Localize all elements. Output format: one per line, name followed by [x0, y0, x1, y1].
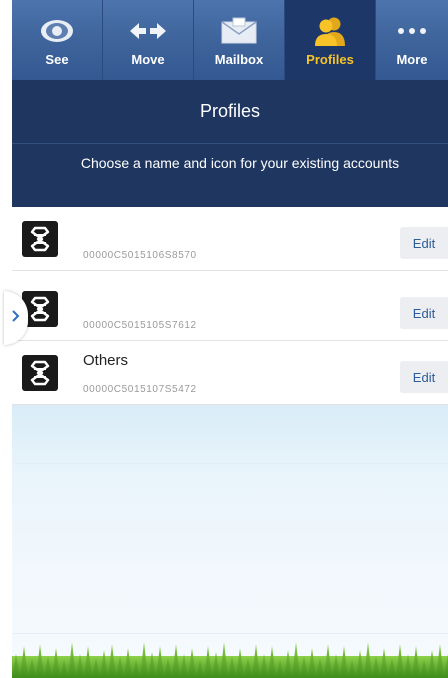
- eye-icon: [39, 16, 75, 46]
- tab-more-label: More: [396, 52, 428, 67]
- account-number: 00000C5015107S5472: [83, 384, 197, 395]
- bank-logo-icon: [22, 355, 58, 391]
- tab-see[interactable]: See: [12, 0, 103, 80]
- profiles-header: Profiles Choose a name and icon for your…: [12, 80, 448, 207]
- account-number: 00000C5015106S8570: [83, 250, 197, 261]
- edit-button[interactable]: Edit: [400, 227, 448, 259]
- more-dots-icon: [397, 16, 427, 46]
- tab-see-label: See: [45, 52, 69, 67]
- top-tab-bar: See Move Mailbox Profiles More: [12, 0, 448, 80]
- tab-profiles-label: Profiles: [306, 52, 354, 67]
- people-icon: [313, 16, 347, 46]
- tab-mailbox-label: Mailbox: [214, 52, 264, 67]
- tab-more[interactable]: More: [376, 0, 448, 80]
- edit-button[interactable]: Edit: [400, 361, 448, 393]
- grass-decoration: [12, 642, 448, 678]
- tab-move-label: Move: [131, 52, 165, 67]
- transfer-arrows-icon: [128, 16, 168, 46]
- account-row[interactable]: Others 00000C5015107S5472 Edit: [12, 341, 448, 405]
- bank-logo-icon: [22, 221, 58, 257]
- edit-button[interactable]: Edit: [400, 297, 448, 329]
- account-number: 00000C5015105S7612: [83, 320, 197, 331]
- tab-profiles[interactable]: Profiles: [285, 0, 376, 80]
- tab-mailbox[interactable]: Mailbox: [194, 0, 285, 80]
- account-row[interactable]: 00000C5015106S8570 Edit: [12, 207, 448, 271]
- account-name: Others: [83, 352, 129, 369]
- page-title: Profiles: [12, 80, 448, 144]
- chevron-right-icon: [12, 309, 20, 327]
- account-row[interactable]: 00000C5015105S7612 Edit: [12, 277, 448, 341]
- envelope-icon: [220, 16, 258, 46]
- tab-move[interactable]: Move: [103, 0, 194, 80]
- page-subtitle: Choose a name and icon for your existing…: [80, 155, 400, 171]
